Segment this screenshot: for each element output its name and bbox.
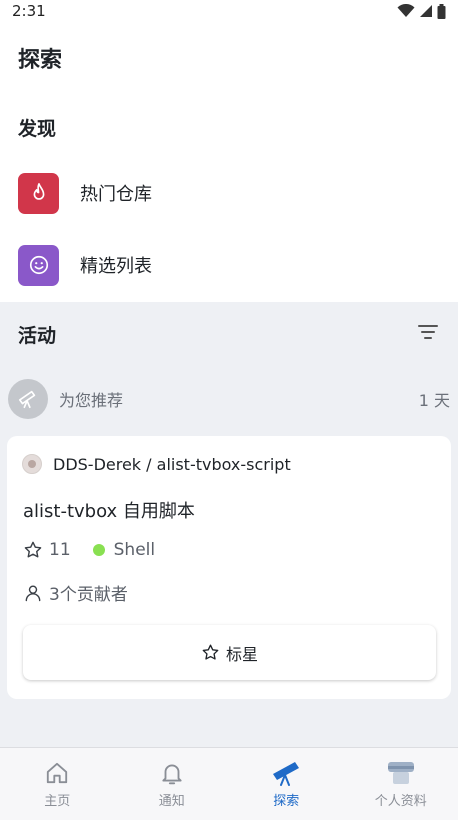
discover-item-curated[interactable]: 精选列表: [18, 243, 458, 287]
nav-notifications-label: 通知: [158, 793, 185, 809]
home-icon: [47, 762, 68, 783]
battery-icon: [437, 3, 446, 19]
discover-item-label: 精选列表: [80, 256, 152, 277]
recommendation-row: 为您推荐 1 天: [8, 379, 450, 419]
nav-home[interactable]: 主页: [0, 748, 115, 820]
repo-description: alist-tvbox 自用脚本: [23, 501, 195, 522]
repo-card[interactable]: DDS-Derek / alist-tvbox-script alist-tvb…: [7, 436, 451, 699]
recommendation-time: 1 天: [418, 391, 450, 410]
repo-language: Shell: [113, 540, 156, 560]
telescope-icon: [273, 761, 300, 786]
status-icons: [397, 3, 446, 19]
wifi-icon: [397, 4, 415, 17]
discover-item-trending[interactable]: 热门仓库: [18, 171, 458, 215]
smiley-icon: [29, 255, 48, 275]
filter-button[interactable]: [416, 322, 440, 342]
nav-notifications[interactable]: 通知: [115, 748, 230, 820]
star-count: 11: [49, 540, 71, 560]
telescope-icon: [18, 390, 36, 409]
star-icon: [24, 541, 42, 558]
nav-explore-label: 探索: [273, 793, 300, 809]
contributors-label: 3个贡献者: [49, 585, 128, 605]
star-button[interactable]: 标星: [23, 625, 436, 680]
status-bar: 2:31: [0, 0, 458, 22]
bell-icon: [162, 764, 182, 784]
repo-meta: 11 Shell: [23, 540, 155, 560]
bottom-nav: 主页 通知 探索 个人资料: [0, 747, 458, 820]
telescope-avatar: [8, 379, 48, 419]
person-icon: [25, 584, 41, 601]
flame-icon: [33, 183, 44, 200]
flame-tile: [18, 172, 59, 214]
avatar-icon: [387, 761, 414, 784]
language-dot: [92, 544, 105, 556]
discover-heading: 发现: [18, 118, 57, 140]
filter-icon: [418, 325, 438, 327]
nav-explore[interactable]: 探索: [229, 748, 344, 820]
repo-name: DDS-Derek / alist-tvbox-script: [53, 454, 291, 474]
nav-home-label: 主页: [44, 793, 71, 809]
status-time: 2:31: [12, 2, 46, 20]
star-icon: [202, 644, 219, 660]
contributors[interactable]: 3个贡献者: [23, 580, 128, 605]
recommendation-label: 为您推荐: [59, 391, 124, 410]
repo-title[interactable]: DDS-Derek / alist-tvbox-script: [22, 454, 291, 474]
owner-avatar: [22, 454, 42, 474]
smiley-tile: [18, 244, 59, 286]
page-title: 探索: [18, 48, 63, 73]
star-button-label: 标星: [225, 644, 258, 664]
nav-profile[interactable]: 个人资料: [344, 748, 458, 820]
signal-icon: [420, 5, 432, 17]
activity-heading: 活动: [18, 325, 57, 347]
nav-profile-label: 个人资料: [374, 793, 427, 809]
discover-item-label: 热门仓库: [80, 184, 152, 205]
